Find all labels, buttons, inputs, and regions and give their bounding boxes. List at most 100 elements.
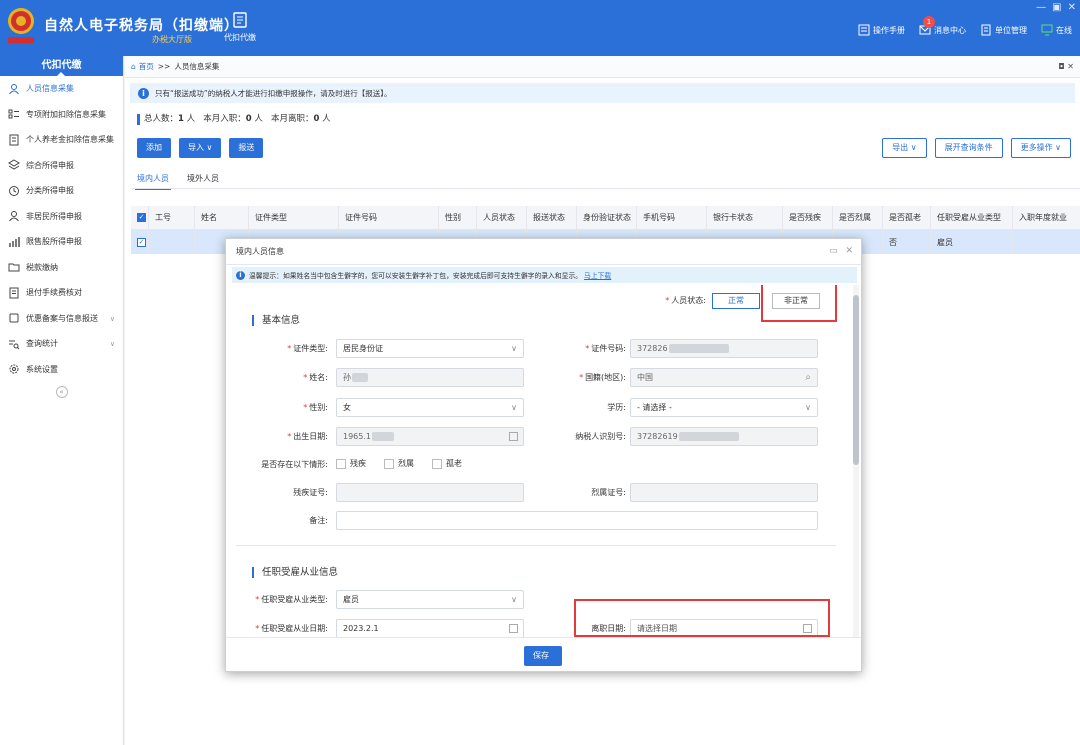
name-label: * 姓名: bbox=[303, 373, 328, 382]
restore-icon[interactable]: ▣ bbox=[1052, 2, 1061, 13]
left-unit: 人 bbox=[322, 114, 331, 124]
search-icon[interactable]: ⌕ bbox=[805, 369, 811, 386]
disability-no-field bbox=[336, 483, 524, 502]
education-label: 学历: bbox=[546, 402, 626, 413]
message-center-link[interactable]: 1 消息中心 bbox=[919, 16, 966, 36]
education-select[interactable]: - 请选择 - ∨ bbox=[630, 398, 818, 417]
close-icon[interactable]: ✕ bbox=[845, 246, 853, 256]
collapse-sidebar-icon[interactable]: « bbox=[55, 386, 68, 398]
martyr-checkbox[interactable]: 烈属 bbox=[384, 458, 414, 469]
highlight-box bbox=[574, 599, 830, 637]
manual-icon bbox=[858, 24, 870, 36]
add-button[interactable]: 添加 bbox=[137, 138, 171, 158]
disabled-checkbox[interactable]: 残疾 bbox=[336, 458, 366, 469]
martyr-no-field bbox=[630, 483, 818, 502]
message-badge: 1 bbox=[923, 16, 935, 28]
status-normal-button[interactable]: 正常 bbox=[712, 293, 760, 309]
tip-text: 温馨提示：如果姓名当中包含生僻字的，您可以安装生僻字补丁包，安装完成后即可支持生… bbox=[249, 272, 583, 280]
row-checkbox[interactable]: ✓ bbox=[131, 230, 149, 254]
col-header: 手机号码 bbox=[637, 206, 707, 229]
sidebar-item-comprehensive-income[interactable]: 综合所得申报 bbox=[0, 153, 123, 179]
taxpayer-id-label: 纳税人识别号: bbox=[546, 431, 626, 442]
employment-type-select[interactable]: 雇员 ∨ bbox=[336, 590, 524, 609]
document-icon bbox=[9, 134, 19, 146]
toolbar-left: 添加 导入 ∨ 报送 bbox=[137, 138, 264, 158]
expand-query-button[interactable]: 展开查询条件 bbox=[934, 138, 1003, 158]
sidebar-item-label: 综合所得申报 bbox=[26, 160, 74, 170]
more-label: 更多操作 bbox=[1020, 143, 1053, 152]
gender-value: 女 bbox=[343, 403, 351, 412]
info-icon: i bbox=[138, 87, 149, 99]
sidebar-item-nonresident-income[interactable]: 非居民所得申报 bbox=[0, 204, 123, 230]
bar-icon bbox=[9, 236, 20, 247]
joined-count: 0 bbox=[245, 114, 252, 124]
tab-domestic[interactable]: 境内人员 bbox=[135, 169, 171, 190]
online-status[interactable]: 在线 bbox=[1041, 24, 1072, 36]
import-button[interactable]: 导入 ∨ bbox=[179, 138, 222, 158]
sidebar-item-pension-deduction[interactable]: 个人养老金扣除信息采集 bbox=[0, 127, 123, 153]
home-icon: ⌂ bbox=[131, 62, 136, 71]
gender-select[interactable]: 女 ∨ bbox=[336, 398, 524, 417]
birth-label: * 出生日期: bbox=[287, 432, 328, 441]
section-divider bbox=[236, 545, 836, 546]
sidebar-item-restricted-shares[interactable]: 限售股所得申报 bbox=[0, 229, 123, 255]
nav-withholding[interactable]: 代扣代缴 bbox=[218, 12, 262, 43]
cell-orphan-elderly: 否 bbox=[883, 230, 931, 254]
more-actions-button[interactable]: 更多操作 ∨ bbox=[1010, 138, 1071, 158]
unit-management-link[interactable]: 单位管理 bbox=[980, 24, 1027, 36]
country-label: * 国籍(地区): bbox=[579, 373, 626, 382]
sidebar-item-special-deduction[interactable]: 专项附加扣除信息采集 bbox=[0, 102, 123, 128]
tab-close-icon[interactable]: ◘ ✕ bbox=[1058, 62, 1074, 71]
sidebar-item-person-info[interactable]: 人员信息采集 bbox=[0, 76, 123, 102]
country-label-text: 国籍(地区): bbox=[585, 373, 626, 382]
id-type-select[interactable]: 居民身份证 ∨ bbox=[336, 339, 524, 358]
taxpayer-id-field: 37282619 bbox=[630, 427, 818, 446]
dialog-scrollbar[interactable] bbox=[853, 285, 859, 637]
scrollbar-thumb[interactable] bbox=[853, 295, 859, 465]
maximize-icon[interactable]: ▭ bbox=[829, 246, 838, 256]
sidebar-item-system-settings[interactable]: 系统设置 bbox=[0, 357, 123, 383]
export-button[interactable]: 导出 ∨ bbox=[882, 138, 927, 158]
martyr-no-label-text: 烈属证号: bbox=[591, 488, 626, 497]
clock-icon bbox=[9, 185, 19, 196]
masked-value bbox=[352, 373, 368, 382]
sidebar-item-preferential-filing[interactable]: 优惠备案与信息报送 ∨ bbox=[0, 306, 123, 332]
dialog-body: * 人员状态: 正常 非正常 基本信息 * 证件类型: 居民身份证 ∨ * 证件号码: … bbox=[226, 285, 846, 637]
info-icon: i bbox=[236, 270, 245, 280]
submit-button[interactable]: 报送 bbox=[229, 138, 264, 158]
sidebar-item-query-stats[interactable]: 查询统计 ∨ bbox=[0, 331, 123, 357]
status-label-text: 人员状态: bbox=[671, 296, 706, 305]
sidebar-item-classified-income[interactable]: 分类所得申报 bbox=[0, 178, 123, 204]
employment-date-field[interactable]: 2023.2.1 bbox=[336, 619, 524, 637]
tab-overseas[interactable]: 境外人员 bbox=[185, 169, 221, 190]
app-subtitle: 办税大厅版 bbox=[152, 35, 192, 44]
select-all-checkbox[interactable]: ✓ bbox=[131, 206, 149, 229]
download-link[interactable]: 马上下载 bbox=[584, 270, 611, 280]
col-header: 姓名 bbox=[195, 206, 249, 229]
elderly-checkbox[interactable]: 孤老 bbox=[432, 458, 462, 469]
chevron-down-icon: ∨ bbox=[511, 344, 517, 353]
cell-empty bbox=[1013, 230, 1079, 254]
remark-label: 备注: bbox=[256, 515, 328, 526]
country-value: 中国 bbox=[637, 373, 653, 382]
close-icon[interactable]: ✕ bbox=[1068, 2, 1076, 13]
breadcrumb-home[interactable]: 首页 bbox=[139, 61, 154, 72]
import-label: 导入 bbox=[188, 143, 204, 152]
sidebar-item-fee-refund[interactable]: 退付手续费核对 bbox=[0, 280, 123, 306]
col-header: 银行卡状态 bbox=[707, 206, 783, 229]
left-label: 本月离职： bbox=[271, 114, 314, 124]
col-header: 是否残疾 bbox=[783, 206, 833, 229]
gender-label-text: 性别: bbox=[309, 403, 328, 412]
minimize-icon[interactable]: — bbox=[1036, 2, 1046, 13]
country-field[interactable]: 中国 ⌕ bbox=[630, 368, 818, 387]
id-no-value: 372826 bbox=[637, 344, 668, 353]
masked-value bbox=[678, 432, 739, 441]
sidebar-item-tax-payment[interactable]: 税款缴纳 bbox=[0, 255, 123, 281]
total-unit: 人 bbox=[186, 114, 196, 124]
section-basic-info: 基本信息 bbox=[252, 315, 300, 326]
save-button[interactable]: 保存 bbox=[524, 646, 562, 666]
manual-link[interactable]: 操作手册 bbox=[858, 24, 905, 36]
checkbox-icon bbox=[336, 458, 346, 469]
chevron-down-icon: ∨ bbox=[511, 595, 517, 604]
remark-field[interactable] bbox=[336, 511, 818, 530]
